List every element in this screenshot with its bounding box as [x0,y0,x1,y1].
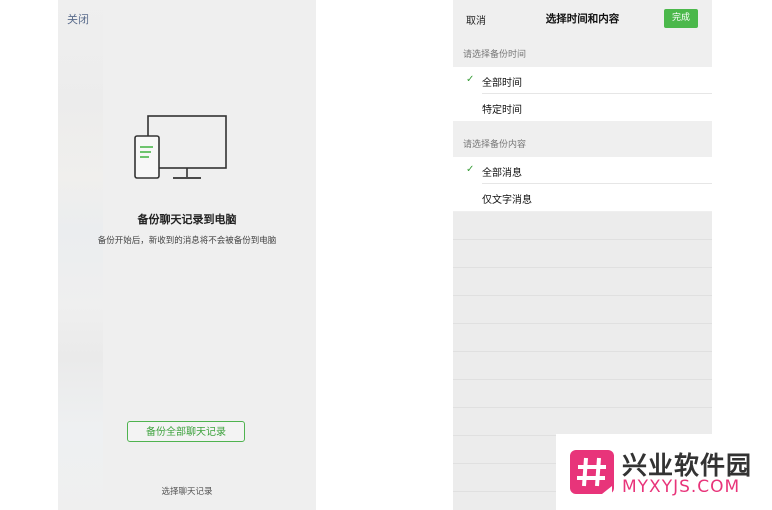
backup-description: 备份开始后，新收到的消息将不会被备份到电脑 [97,236,277,246]
option-specific-time[interactable]: 特定时间 [453,94,712,121]
option-all-time[interactable]: ✓ 全部时间 [453,67,712,94]
backup-title: 备份聊天记录到电脑 [137,213,237,226]
check-icon: ✓ [466,74,475,85]
done-button[interactable]: 完成 [664,9,698,28]
option-label: 仅文字消息 [482,195,532,206]
close-button[interactable]: 关闭 [67,11,89,27]
backup-all-button[interactable]: 备份全部聊天记录 [127,421,245,442]
time-section-header: 请选择备份时间 [463,50,527,60]
select-chat-records-link[interactable]: 选择聊天记录 [58,485,316,497]
option-label: 特定时间 [482,105,522,116]
phone-computer-icon [134,115,227,179]
backup-to-pc-screen: 关闭 备份聊天记录到电脑 备份开始后，新收到的消息将不会被备份到电脑 备份全部聊… [58,0,316,510]
option-all-messages[interactable]: ✓ 全部消息 [453,157,712,184]
watermark-brand-en: MYXYJS.COM [622,477,741,497]
blurred-chat-list [58,0,103,510]
hash-logo-icon [570,450,614,494]
content-section-header: 请选择备份内容 [463,140,527,150]
option-text-only[interactable]: 仅文字消息 [453,184,712,211]
watermark: 兴业软件园 MYXYJS.COM [556,434,772,510]
option-label: 全部时间 [482,78,522,89]
option-label: 全部消息 [482,168,522,179]
check-icon: ✓ [466,164,475,175]
